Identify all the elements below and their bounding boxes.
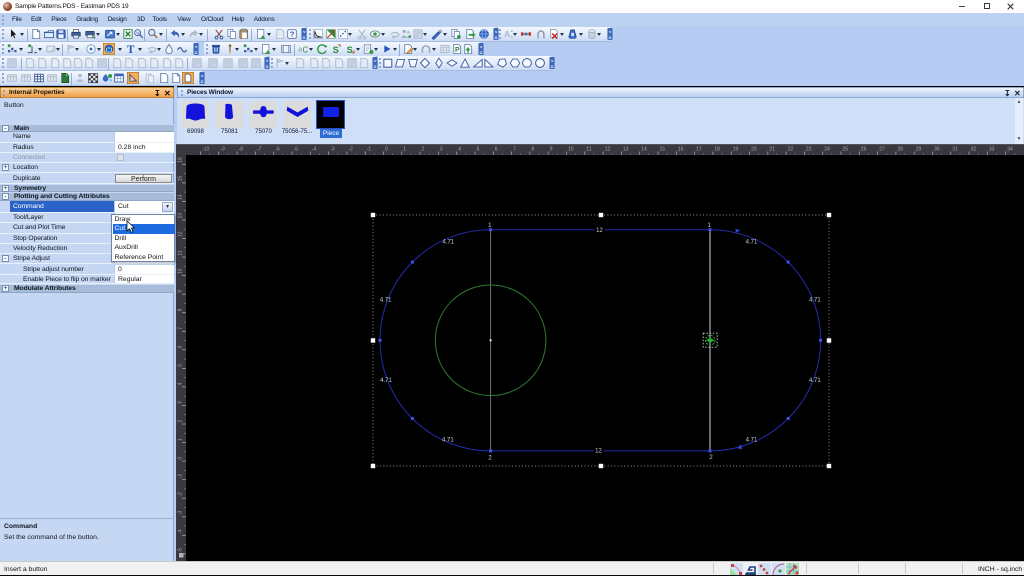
svg-text:14: 14	[641, 146, 647, 152]
svg-text:7: 7	[178, 327, 184, 330]
svg-text:-2: -2	[178, 492, 184, 497]
svg-text:-4: -4	[312, 146, 317, 152]
svg-text:6: 6	[178, 345, 184, 348]
svg-text:2: 2	[178, 420, 184, 423]
svg-text:15: 15	[178, 176, 184, 182]
svg-text:0: 0	[178, 457, 184, 460]
svg-text:-1: -1	[367, 146, 372, 152]
svg-text:3: 3	[440, 146, 443, 152]
svg-text:-3: -3	[330, 146, 335, 152]
svg-text:13: 13	[623, 146, 629, 152]
svg-text:16: 16	[178, 157, 184, 163]
svg-text:30: 30	[934, 146, 940, 152]
svg-text:17: 17	[696, 146, 702, 152]
svg-text:%: %	[136, 30, 140, 35]
svg-text:C: C	[303, 46, 309, 55]
svg-text:-1: -1	[178, 474, 184, 479]
svg-text:13: 13	[178, 213, 184, 219]
svg-text:4.71: 4.71	[746, 437, 758, 443]
svg-text:8: 8	[531, 146, 534, 152]
svg-text:-2: -2	[348, 146, 353, 152]
svg-text:P: P	[455, 47, 460, 54]
svg-text:12: 12	[178, 231, 184, 237]
svg-text:12: 12	[596, 228, 603, 234]
svg-text:T: T	[127, 44, 135, 55]
svg-text:16: 16	[678, 146, 684, 152]
svg-text:34: 34	[1007, 146, 1013, 152]
svg-text:4.71: 4.71	[380, 378, 392, 384]
svg-text:12: 12	[595, 449, 602, 455]
svg-text:4.71: 4.71	[809, 298, 821, 304]
svg-text:1: 1	[178, 438, 184, 441]
svg-text:-10: -10	[202, 146, 209, 152]
svg-text:6: 6	[495, 146, 498, 152]
svg-text:-7: -7	[257, 146, 262, 152]
svg-text:26: 26	[861, 146, 867, 152]
svg-text:10: 10	[568, 146, 574, 152]
svg-text:22: 22	[788, 146, 794, 152]
svg-text:11: 11	[586, 146, 591, 152]
svg-text:4: 4	[458, 146, 461, 152]
svg-text:4.71: 4.71	[442, 239, 454, 245]
svg-text:32: 32	[971, 146, 977, 152]
svg-text:-9: -9	[220, 146, 225, 152]
svg-text:-4: -4	[178, 529, 184, 534]
svg-text:24: 24	[824, 146, 830, 152]
svg-text:10: 10	[178, 268, 184, 274]
svg-text:-5: -5	[294, 146, 299, 152]
svg-text:S: S	[333, 45, 339, 55]
svg-text:4.71: 4.71	[746, 239, 758, 245]
svg-text:8: 8	[178, 308, 184, 311]
svg-text:9: 9	[550, 146, 553, 152]
svg-text:19: 19	[733, 146, 739, 152]
svg-text:A: A	[504, 29, 510, 39]
svg-text:5: 5	[477, 146, 480, 152]
svg-text:20: 20	[751, 146, 757, 152]
svg-text:0: 0	[385, 146, 388, 152]
svg-text:33: 33	[989, 146, 995, 152]
svg-text:3: 3	[178, 401, 184, 404]
svg-text:31: 31	[952, 146, 958, 152]
svg-text:25: 25	[843, 146, 849, 152]
svg-text:29: 29	[916, 146, 922, 152]
svg-text:9: 9	[178, 290, 184, 293]
svg-text:?: ?	[290, 30, 295, 39]
svg-text:-3: -3	[178, 511, 184, 516]
svg-text:15: 15	[660, 146, 666, 152]
svg-text:S: S	[347, 45, 353, 55]
svg-text:4: 4	[178, 382, 184, 385]
svg-text:21: 21	[769, 146, 775, 152]
svg-text:11: 11	[178, 250, 184, 255]
svg-text:7: 7	[513, 146, 516, 152]
svg-text:27: 27	[879, 146, 885, 152]
svg-text:23: 23	[806, 146, 812, 152]
svg-text:14: 14	[178, 194, 184, 200]
svg-text:4.71: 4.71	[809, 378, 821, 384]
svg-text:1: 1	[403, 146, 406, 152]
svg-text:-6: -6	[275, 146, 280, 152]
svg-text:28: 28	[897, 146, 903, 152]
svg-text:5: 5	[178, 364, 184, 367]
svg-text:4.71: 4.71	[442, 437, 454, 443]
svg-text:4.71: 4.71	[380, 298, 392, 304]
svg-text:12: 12	[605, 146, 611, 152]
svg-text:2: 2	[422, 146, 425, 152]
svg-text:-8: -8	[239, 146, 244, 152]
svg-text:-5: -5	[178, 548, 184, 553]
svg-text:18: 18	[714, 146, 720, 152]
